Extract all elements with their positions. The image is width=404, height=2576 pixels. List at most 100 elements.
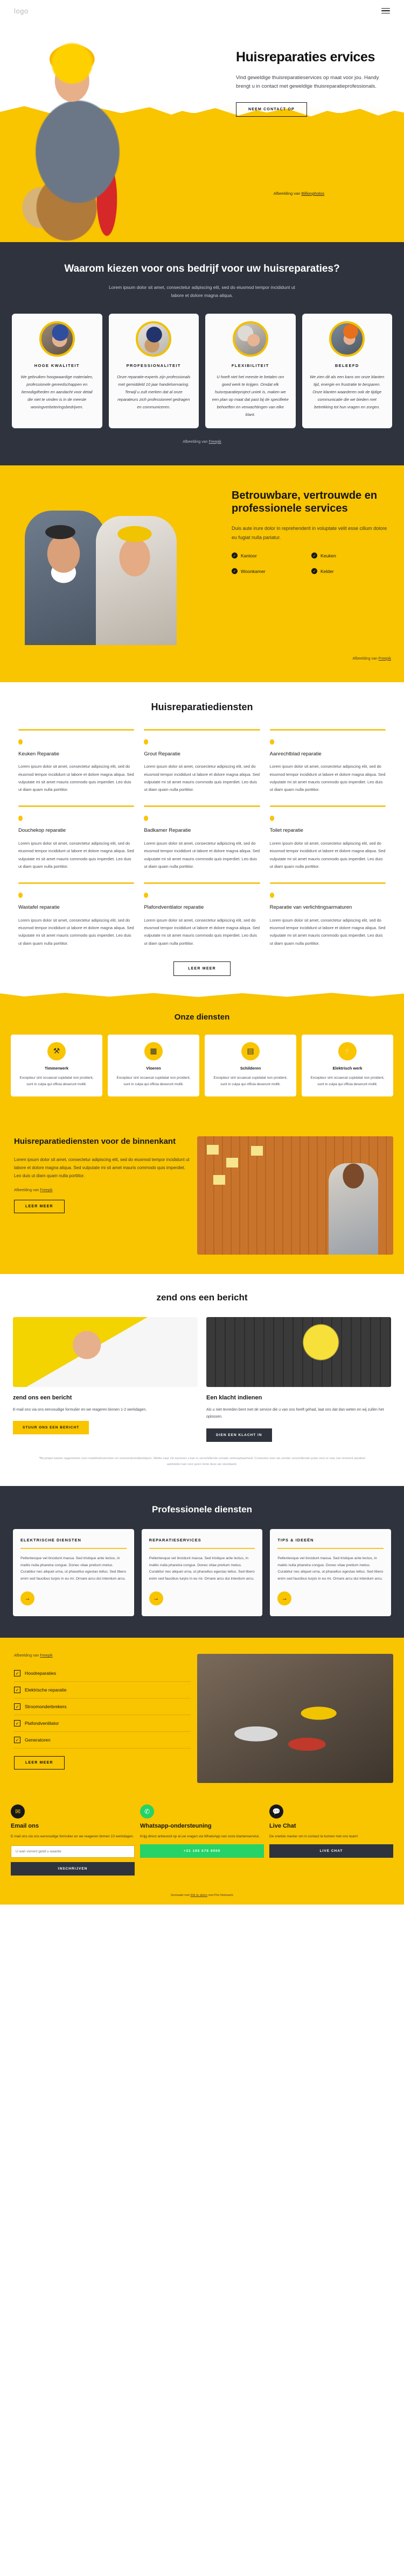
footer-contact-section: ✉ Email ons E-mail ons via ons eenvoudig…	[0, 1801, 404, 1894]
accent-rule	[144, 882, 260, 884]
arrow-right-icon[interactable]: →	[277, 1591, 292, 1606]
message-section: zend ons een bericht zend ons een berich…	[0, 1274, 404, 1486]
onze-card[interactable]: ▤ Schilderen Excepteur sint occaecat cup…	[205, 1034, 296, 1096]
why-card[interactable]: PROFESSIONALITEIT Onze reparatie-experts…	[108, 314, 199, 428]
file-complaint-button[interactable]: DIEN EEN KLACHT IN	[206, 1428, 272, 1442]
copyright-link[interactable]: Klik te delen	[190, 1894, 207, 1897]
binnenkant-title: Huisreparatiediensten voor de binnenkant	[14, 1137, 176, 1146]
list-item-label: Hoodreparaties	[25, 1671, 57, 1676]
onze-diensten-section: Onze diensten ⚒ Timmerwerk Excepteur sin…	[0, 989, 404, 1118]
checkbox-icon[interactable]: ✓	[14, 1737, 20, 1744]
pro-card[interactable]: REPARATIESERVICES Pellentesque vel tinci…	[141, 1528, 263, 1617]
checkbox-icon[interactable]: ✓	[14, 1720, 20, 1727]
arrow-right-icon[interactable]: →	[149, 1591, 163, 1606]
credit-link[interactable]: Freepik	[40, 1188, 52, 1192]
hamburger-icon[interactable]	[381, 8, 390, 14]
hero-copy: Huisreparaties ervices Vind geweldige th…	[236, 49, 392, 117]
copyright-suffix: met Pixi Nxtewerk	[207, 1894, 233, 1898]
message-title: zend ons een bericht	[156, 1292, 248, 1303]
page-title: Huisreparaties ervices	[236, 49, 375, 65]
onze-card[interactable]: ⚒ Timmerwerk Excepteur sint occaecat cup…	[11, 1034, 102, 1096]
message-right-heading: Een klacht indienen	[206, 1395, 262, 1401]
learn-more-button[interactable]: LEER MEER	[14, 1756, 65, 1770]
service-card[interactable]: Plafondventilator reparatie Lorem ipsum …	[144, 882, 260, 947]
checkbox-icon[interactable]: ✓	[14, 1670, 20, 1677]
disclaimer-text: *Bij propio kasten opgenomen voor markti…	[39, 1456, 365, 1466]
list-item: ✓ Kelder	[311, 568, 391, 575]
list-item-label: Generatoren	[25, 1737, 51, 1743]
list-item[interactable]: ✓ Hoodreparaties	[14, 1665, 191, 1682]
service-card[interactable]: Toilet reparatie Lorem ipsum dolor sit a…	[269, 805, 386, 871]
bullet-dot-icon	[269, 739, 274, 745]
envelope-icon: ✉	[11, 1804, 25, 1819]
credit-prefix: Afbeelding van	[183, 440, 209, 444]
list-item[interactable]: ✓ Generatoren	[14, 1732, 191, 1749]
why-card-grid: HOGE KWALITEIT We gebruiken hoogwaardige…	[0, 300, 404, 428]
footer-whatsapp-title: Whatsapp-ondersteuning	[140, 1823, 212, 1830]
footer-livechat-text: De snelste manier om in contact te komen…	[269, 1835, 358, 1839]
contact-button[interactable]: NEEM CONTACT OP	[236, 102, 307, 117]
onze-grid: ⚒ Timmerwerk Excepteur sint occaecat cup…	[0, 1022, 404, 1096]
logo[interactable]: logo	[14, 7, 29, 15]
credit-link[interactable]: Billionphotos	[301, 191, 324, 196]
credit-link[interactable]: Freepik	[40, 1654, 52, 1658]
subscribe-button[interactable]: INSCHRIJVEN	[11, 1862, 135, 1876]
list-item[interactable]: ✓ Stroomonderbrekers	[14, 1699, 191, 1716]
hero-section: Huisreparaties ervices Vind geweldige th…	[0, 22, 404, 242]
arrow-right-icon[interactable]: →	[20, 1591, 34, 1606]
support-agent-photo	[13, 1317, 198, 1387]
checkbox-icon[interactable]: ✓	[14, 1687, 20, 1694]
footer-livechat-column: 💬 Live Chat De snelste manier om in cont…	[269, 1804, 393, 1876]
pro-card[interactable]: TIPS & IDEEËN Pellentesque vel tincidunt…	[270, 1528, 392, 1617]
hero-handyman-photo	[4, 27, 187, 242]
service-card[interactable]: Badkamer Reparatie Lorem ipsum dolor sit…	[144, 805, 260, 871]
service-card[interactable]: Reparatie van verlichtingsarmaturen Lore…	[269, 882, 386, 947]
onze-card[interactable]: ⚡ Elektrisch werk Excepteur sint occaeca…	[302, 1034, 393, 1096]
whatsapp-phone-button[interactable]: +31 165 678 8000	[140, 1844, 264, 1858]
why-card[interactable]: FLEXIBILITEIT U hoeft niet het meeste te…	[205, 314, 296, 428]
onze-card[interactable]: ▦ Vloeren Excepteur sint occaecat cupida…	[108, 1034, 199, 1096]
services-grid: Keuken Reparatie Lorem ipsum dolor sit a…	[0, 713, 404, 947]
service-card[interactable]: Aanrechtblad reparatie Lorem ipsum dolor…	[269, 728, 386, 794]
paint-roller-icon: ▤	[241, 1042, 260, 1060]
accent-rule	[18, 805, 135, 808]
sticky-note-icon	[226, 1158, 238, 1167]
list-item[interactable]: ✓ Elektrische reparatie	[14, 1682, 191, 1699]
why-card[interactable]: BELEEFD We zien dit als een kans om onze…	[302, 314, 392, 428]
trust-feature-list: ✓ Kantoor ✓ Keuken ✓ Woonkamer ✓ Kelder	[232, 553, 391, 575]
footer-copyright: Gemaakt met Klik te delen met Pixi Nxtew…	[0, 1894, 404, 1905]
bullet-dot-icon	[269, 893, 274, 898]
why-card-text: Onze reparatie-experts zijn professional…	[117, 374, 191, 409]
credit-link[interactable]: Freepik	[208, 440, 221, 444]
binnenkant-photo	[197, 1136, 393, 1255]
accent-rule	[269, 805, 386, 808]
why-image-credit: Afbeelding van Freepik	[0, 440, 404, 444]
pro-card-text: Pellentesque vel tincidunt massa. Sed tr…	[277, 1556, 384, 1581]
credit-prefix: Afbeelding van	[14, 1188, 40, 1193]
service-text: Lorem ipsum dolor sit amet, consectetur …	[18, 841, 134, 869]
message-grid: zend ons een bericht E-mail ons via ons …	[0, 1303, 404, 1442]
why-card-text: We zien dit als een kans om onze klanten…	[310, 374, 385, 409]
live-chat-button[interactable]: LIVE CHAT	[269, 1844, 393, 1858]
learn-more-button[interactable]: LEER MEER	[173, 961, 231, 976]
pro-card[interactable]: ELEKTRISCHE DIENSTEN Pellentesque vel ti…	[13, 1528, 134, 1617]
onze-card-title: Timmerwerk	[44, 1065, 69, 1071]
send-message-button[interactable]: STUUR ONS EEN BERICHT	[13, 1421, 89, 1435]
service-card[interactable]: Wastafel reparatie Lorem ipsum dolor sit…	[18, 882, 135, 947]
hero-image-credit: Afbeelding van Billionphotos	[274, 191, 324, 196]
service-card[interactable]: Grout Reparatie Lorem ipsum dolor sit am…	[144, 728, 260, 794]
service-card[interactable]: Douchekop reparatie Lorem ipsum dolor si…	[18, 805, 135, 871]
binnenkant-image-credit: Afbeelding van Freepik	[14, 1188, 190, 1192]
checkbox-icon[interactable]: ✓	[14, 1703, 20, 1710]
binnenkant-section: Huisreparatiediensten voor de binnenkant…	[0, 1118, 404, 1274]
list-item[interactable]: ✓ Plafondventilator	[14, 1715, 191, 1732]
site-header: logo	[0, 0, 404, 22]
credit-link[interactable]: Freepik	[379, 657, 391, 661]
service-card[interactable]: Keuken Reparatie Lorem ipsum dolor sit a…	[18, 728, 135, 794]
email-field[interactable]	[11, 1845, 135, 1858]
bullet-dot-icon	[144, 739, 149, 745]
why-card[interactable]: HOGE KWALITEIT We gebruiken hoogwaardige…	[12, 314, 102, 428]
chat-bubble-icon: 💬	[269, 1804, 283, 1819]
why-title: Waarom kiezen voor ons bedrijf voor uw h…	[64, 263, 340, 274]
learn-more-button[interactable]: LEER MEER	[14, 1200, 65, 1214]
